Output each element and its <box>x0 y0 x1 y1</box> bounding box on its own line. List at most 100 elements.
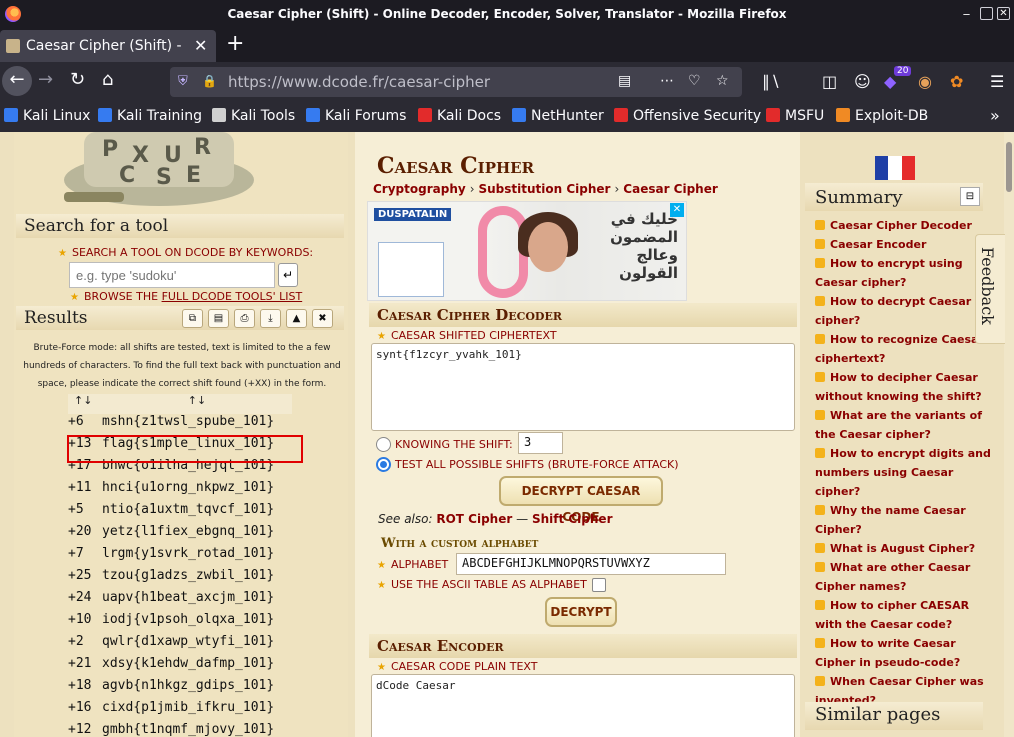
summary-link[interactable]: Caesar Encoder <box>815 235 991 254</box>
shift-cipher-link[interactable]: Shift Cipher <box>532 512 613 526</box>
rot-cipher-link[interactable]: ROT Cipher <box>436 512 512 526</box>
offsec-icon <box>614 108 628 122</box>
scrollbar-thumb[interactable] <box>1006 142 1012 192</box>
ad-close-icon[interactable]: ✕ <box>670 203 684 217</box>
addon-icon[interactable]: ✿ <box>950 72 963 91</box>
arrow-bullet-icon <box>815 448 825 458</box>
arrow-bullet-icon <box>815 410 825 420</box>
save-results-icon[interactable]: ▤ <box>208 309 229 328</box>
table-row: +6 mshn{z1twsl_spube_101} <box>68 414 292 436</box>
search-tool-heading: Search for a tool <box>16 214 344 238</box>
bookmark-kali-training[interactable]: Kali Training <box>98 108 202 124</box>
bookmarks-overflow-icon[interactable]: » <box>990 106 1000 125</box>
summary-link-text: How to write Caesar Cipher in pseudo-cod… <box>815 637 961 669</box>
extension-badge: 20 <box>894 66 912 76</box>
reader-view-icon[interactable]: ▤ <box>618 73 631 89</box>
tab-caesar-cipher[interactable]: Caesar Cipher (Shift) - Or ✕ <box>0 30 216 62</box>
shift-value: +5 <box>68 502 84 517</box>
summary-link[interactable]: How to decrypt Caesar cipher? <box>815 292 991 330</box>
alphabet-input[interactable]: ABCDEFGHIJKLMNOPQRSTUVWXYZ <box>456 553 726 575</box>
decoded-text: xdsy{k1ehdw_dafmp_101} <box>102 656 275 671</box>
bookmark-star-icon[interactable]: ☆ <box>716 73 729 89</box>
ciphertext-textarea[interactable]: synt{f1zcyr_yvahk_101} <box>371 343 795 431</box>
download-results-icon[interactable]: ⤓ <box>260 309 281 328</box>
pin-results-icon[interactable]: ▲ <box>286 309 307 328</box>
reload-button[interactable]: ↻ <box>70 69 85 90</box>
shift-input[interactable]: 3 <box>518 432 563 454</box>
tracking-shield-icon[interactable]: ⛨ <box>178 74 188 89</box>
sort-shift-icon[interactable]: ↑↓ <box>68 394 102 407</box>
french-flag-icon[interactable] <box>875 156 915 180</box>
page-scrollbar[interactable] <box>1004 132 1014 737</box>
collapse-summary-icon[interactable]: ⊟ <box>960 187 980 206</box>
svg-text:S: S <box>156 165 172 190</box>
shift-value: +25 <box>68 568 92 583</box>
close-results-icon[interactable]: ✖ <box>312 309 333 328</box>
decrypt-button[interactable]: DECRYPT <box>545 597 617 627</box>
back-button[interactable]: ← <box>2 66 32 96</box>
dcode-logo-cryptex-icon: PXUR CSE <box>64 132 264 207</box>
breadcrumb-link[interactable]: Cryptography <box>373 182 466 196</box>
summary-link[interactable]: What are other Caesar Cipher names? <box>815 558 991 596</box>
summary-link[interactable]: Caesar Cipher Decoder <box>815 216 991 235</box>
summary-link[interactable]: How to write Caesar Cipher in pseudo-cod… <box>815 634 991 672</box>
summary-link[interactable]: How to recognize Caesar ciphertext? <box>815 330 991 368</box>
summary-link[interactable]: Why the name Caesar Cipher? <box>815 501 991 539</box>
full-tools-list-link[interactable]: FULL DCODE TOOLS' LIST <box>162 290 303 303</box>
search-submit-button[interactable]: ↵ <box>278 263 298 287</box>
decoded-text: tzou{g1adzs_zwbil_101} <box>102 568 275 583</box>
library-icon[interactable]: ∥∖ <box>762 72 780 91</box>
bookmark-nethunter[interactable]: NetHunter <box>512 108 604 124</box>
bookmark-label: MSFU <box>785 108 825 124</box>
home-button[interactable]: ⌂ <box>102 69 113 90</box>
tab-close-icon[interactable]: ✕ <box>194 36 207 55</box>
copy-results-icon[interactable]: ⧉ <box>182 309 203 328</box>
menu-icon[interactable]: ☰ <box>990 72 1004 91</box>
star-bullet-icon: ★ <box>377 331 386 342</box>
bookmark-kali-docs[interactable]: Kali Docs <box>418 108 501 124</box>
summary-link[interactable]: How to encrypt using Caesar cipher? <box>815 254 991 292</box>
bookmark-offensive-security[interactable]: Offensive Security <box>614 108 761 124</box>
cookie-extension-icon[interactable]: ◉ <box>918 72 932 91</box>
highlight-box <box>67 435 303 463</box>
sort-text-icon[interactable]: ↑↓ <box>102 394 292 407</box>
forward-button[interactable]: → <box>38 69 53 90</box>
advertisement-banner[interactable]: DUSPATALIN خليك في المضمون وعالج القولون… <box>367 201 687 301</box>
maximize-button[interactable] <box>980 7 993 20</box>
tool-search-input[interactable] <box>69 262 275 288</box>
breadcrumb-link[interactable]: Caesar Cipher <box>623 182 718 196</box>
bookmark-kali-tools[interactable]: Kali Tools <box>212 108 295 124</box>
bookmark-kali-forums[interactable]: Kali Forums <box>306 108 406 124</box>
ascii-table-checkbox[interactable] <box>592 578 606 592</box>
kali-docs-icon <box>418 108 432 122</box>
pocket-icon[interactable]: ♡ <box>688 73 701 89</box>
decoded-text: hnci{u1orng_nkpwz_101} <box>102 480 275 495</box>
bookmark-kali-linux[interactable]: Kali Linux <box>4 108 90 124</box>
feedback-tab[interactable]: Feedback <box>975 234 1005 344</box>
url-text[interactable]: https://www.dcode.fr/caesar-cipher <box>228 73 490 91</box>
bookmark-exploit-db[interactable]: Exploit-DB <box>836 108 928 124</box>
summary-link[interactable]: How to encrypt digits and numbers using … <box>815 444 991 501</box>
table-row: +11 hnci{u1orng_nkpwz_101} <box>68 480 292 502</box>
decrypt-caesar-button[interactable]: DECRYPT CAESAR CODE <box>499 476 663 524</box>
navigation-toolbar: ← → ↻ ⌂ ⛨ 🔒 https://www.dcode.fr/caesar-… <box>0 62 1014 102</box>
url-bar[interactable]: ⛨ 🔒 https://www.dcode.fr/caesar-cipher ▤… <box>170 67 742 97</box>
page-actions-icon[interactable]: ⋯ <box>660 73 674 89</box>
account-icon[interactable]: ☺ <box>854 72 871 91</box>
knowing-shift-radio[interactable] <box>376 437 391 452</box>
plaintext-textarea[interactable]: dCode Caesar <box>371 674 795 737</box>
breadcrumb-link[interactable]: Substitution Cipher <box>479 182 611 196</box>
bruteforce-label: TEST ALL POSSIBLE SHIFTS (BRUTE-FORCE AT… <box>395 458 679 471</box>
bookmark-msfu[interactable]: MSFU <box>766 108 824 124</box>
summary-link[interactable]: What is August Cipher? <box>815 539 991 558</box>
close-window-button[interactable]: ✕ <box>997 7 1010 20</box>
summary-link[interactable]: What are the variants of the Caesar ciph… <box>815 406 991 444</box>
summary-link[interactable]: How to cipher CAESAR with the Caesar cod… <box>815 596 991 634</box>
minimize-button[interactable]: _ <box>960 2 973 16</box>
sidebar-icon[interactable]: ◫ <box>822 72 837 91</box>
new-tab-button[interactable]: + <box>226 31 244 56</box>
print-results-icon[interactable]: ⎙ <box>234 309 255 328</box>
lock-icon[interactable]: 🔒 <box>202 74 217 88</box>
summary-link[interactable]: How to decipher Caesar without knowing t… <box>815 368 991 406</box>
bruteforce-radio[interactable] <box>376 457 391 472</box>
